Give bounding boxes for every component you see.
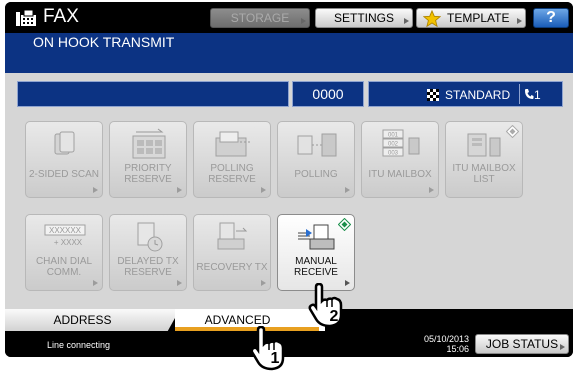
divider — [519, 84, 520, 104]
itu-mailbox-icon: 001 002 003 — [382, 129, 420, 157]
template-button[interactable]: TEMPLATE — [416, 8, 526, 28]
polling-reserve-button[interactable]: POLLING RESERVE — [193, 121, 271, 198]
arrow-icon — [560, 344, 565, 350]
date: 05/10/2013 — [423, 334, 469, 344]
manual-receive-button[interactable]: MANUAL RECEIVE — [277, 214, 355, 291]
tile-label: 2-SIDED SCAN — [28, 168, 99, 180]
arrow-icon — [517, 18, 522, 24]
function-panel: 0000 STANDARD 1 2-SIDED SCAN PRIORITY RE… — [5, 73, 573, 309]
tile-label: RECOVERY TX — [196, 261, 268, 273]
destination-count: 0000 — [292, 81, 364, 107]
tile-label: ITU MAILBOX — [368, 168, 432, 180]
chain-dial-icon: XXXXXX + XXXX — [44, 224, 86, 247]
settings-label: SETTINGS — [333, 11, 394, 25]
star-icon — [423, 10, 441, 28]
arrow-icon — [429, 187, 434, 193]
recovery-tx-button[interactable]: RECOVERY TX — [193, 214, 271, 291]
line-indicator: 1 — [524, 88, 541, 102]
job-status-button[interactable]: JOB STATUS — [475, 334, 569, 354]
help-label: ? — [546, 9, 556, 26]
mailbox-code: 003 — [388, 151, 399, 157]
template-label: TEMPLATE — [447, 11, 510, 25]
pointing-hand-icon: 1 — [250, 326, 285, 371]
tab-label: ADVANCED — [204, 313, 271, 327]
storage-button[interactable]: STORAGE — [210, 8, 310, 28]
title-bar: FAX STORAGE SETTINGS TEMPLATE ? — [5, 2, 573, 33]
header-panel: ON HOOK TRANSMIT — [5, 33, 573, 73]
app-title: FAX — [43, 6, 79, 27]
tile-label: CHAIN DIAL COMM. — [35, 256, 93, 278]
arrow-icon — [261, 280, 266, 286]
manual-receive-icon — [298, 224, 335, 250]
resolution-mode: STANDARD — [445, 88, 511, 102]
mailbox-code: 001 — [388, 133, 399, 139]
itu-mailbox-button[interactable]: 001 002 003 ITU MAILBOX — [361, 121, 439, 198]
tile-label: POLLING — [294, 168, 338, 180]
arrow-icon — [261, 187, 266, 193]
polling-reserve-icon — [215, 131, 252, 157]
job-status-label: JOB STATUS — [485, 337, 559, 351]
polling-icon — [297, 133, 337, 157]
two-sided-scan-button[interactable]: 2-SIDED SCAN — [25, 121, 103, 198]
tile-label: ITU MAILBOX LIST — [452, 163, 516, 185]
itu-mailbox-list-icon — [467, 133, 501, 157]
arrow-icon — [404, 18, 409, 24]
arrow-icon — [345, 187, 350, 193]
priority-reserve-button[interactable]: PRIORITY RESERVE — [109, 121, 187, 198]
callout-number: 2 — [330, 308, 339, 325]
phone-icon — [525, 89, 534, 99]
tab-label: ADDRESS — [53, 313, 112, 327]
time: 15:06 — [446, 344, 469, 354]
pointing-hand-icon: 2 — [308, 283, 343, 328]
date-time: 05/10/2013 15:06 — [417, 334, 469, 354]
settings-button[interactable]: SETTINGS — [315, 8, 413, 28]
resolution-icon — [427, 89, 439, 101]
mailbox-code: 002 — [388, 142, 399, 148]
status-message: Line connecting — [47, 340, 111, 350]
chain-dial-comm-button[interactable]: XXXXXX + XXXX CHAIN DIAL COMM. — [25, 214, 103, 291]
fax-machine-icon — [16, 9, 36, 26]
help-button[interactable]: ? — [533, 8, 569, 28]
arrow-icon — [93, 187, 98, 193]
tile-label: MANUAL RECEIVE — [294, 256, 338, 278]
chain-dial-digits: XXXXXX — [49, 226, 82, 235]
diamond-icon — [506, 125, 519, 138]
storage-label: STORAGE — [230, 11, 290, 25]
itu-mailbox-list-button[interactable]: ITU MAILBOX LIST — [445, 121, 523, 198]
transmission-status: STANDARD 1 — [368, 81, 563, 107]
tile-label: POLLING RESERVE — [208, 163, 256, 185]
page-subtitle: ON HOOK TRANSMIT — [33, 34, 175, 50]
delayed-tx-icon — [137, 222, 163, 252]
arrow-icon — [177, 280, 182, 286]
arrow-icon — [93, 280, 98, 286]
tile-label: PRIORITY RESERVE — [124, 163, 172, 185]
line-number: 1 — [534, 88, 541, 102]
arrow-icon — [301, 18, 306, 24]
diamond-icon — [338, 218, 351, 231]
polling-button[interactable]: POLLING — [277, 121, 355, 198]
priority-reserve-icon — [132, 128, 166, 159]
two-sided-scan-icon — [54, 131, 75, 155]
chain-dial-extra-digits: + XXXX — [54, 238, 83, 247]
destination-field — [17, 81, 289, 107]
tile-label: DELAYED TX RESERVE — [117, 256, 179, 278]
arrow-icon — [177, 187, 182, 193]
delayed-tx-reserve-button[interactable]: DELAYED TX RESERVE — [109, 214, 187, 291]
callout-number: 1 — [271, 350, 280, 367]
recovery-tx-icon — [217, 222, 248, 250]
tab-address[interactable]: ADDRESS — [5, 309, 180, 331]
fax-screen: FAX STORAGE SETTINGS TEMPLATE ? ON HOOK … — [5, 2, 573, 357]
